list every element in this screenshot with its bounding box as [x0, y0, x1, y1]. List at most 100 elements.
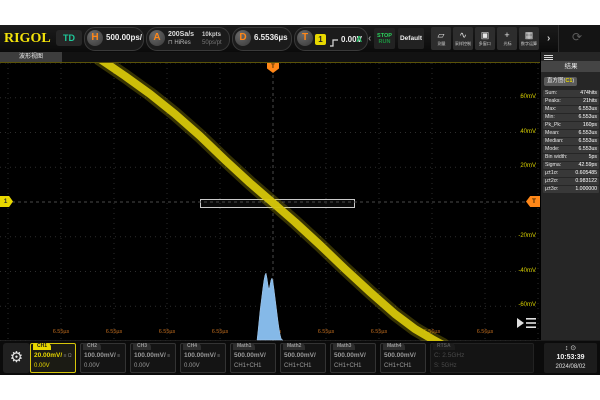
digital-operation-icon: ▦: [525, 30, 534, 41]
channel-offset: CH1+CH1: [234, 363, 262, 369]
histogram-trace: [257, 273, 283, 340]
a-knob-icon[interactable]: A: [149, 30, 165, 46]
tab-waveform-view[interactable]: 波形视图: [0, 52, 62, 62]
stat-label: Sum:: [545, 90, 557, 97]
beeper-icon: ⊙: [570, 345, 576, 352]
channel-coupling-icons: ≡: [216, 353, 220, 359]
memory-depth: 10kpts: [202, 31, 222, 39]
settings-gear-button[interactable]: ⚙: [3, 343, 30, 373]
sample-rate: 200Sa/s: [168, 31, 194, 39]
default-button[interactable]: Default: [398, 28, 424, 49]
stat-row: μ±2σ:0.983122: [543, 178, 599, 185]
channel-name: Math2: [283, 343, 305, 350]
status-clock-box[interactable]: ↕ ⊙ 10:53:39 2024/08/02: [544, 343, 597, 373]
tool-button-measure[interactable]: ▱测量: [431, 27, 451, 50]
stat-label: Mode:: [545, 146, 559, 153]
screenshot-page: RIGOL TD H 500.00ps/ A 200Sa/s ⊓ HiRes 1…: [0, 0, 600, 400]
results-panel: 结果 直方图(C1) Sum:474hitsPeaks:21hitsMax:6.…: [540, 52, 600, 340]
trigger-slope-icon: [329, 35, 339, 53]
tool-button-digital-operation[interactable]: ▦数字运算: [519, 27, 539, 50]
channel-box-math4[interactable]: Math4500.00mV/CH1+CH1: [380, 343, 426, 373]
channel-coupling-icons: ≡: [116, 353, 120, 359]
channel-offset: 0.00V: [184, 363, 200, 369]
tool-button-cursor[interactable]: +光标: [497, 27, 517, 50]
stat-value: 6.553us: [579, 138, 597, 145]
channel-name: RTSA: [433, 343, 455, 350]
channel-bar: ⚙ CH120.00mV/ ≡ Ω0.00VCH2100.00mV/ ≡0.00…: [0, 340, 600, 375]
t-knob-icon[interactable]: T: [297, 30, 313, 46]
stat-label: Bin width:: [545, 154, 568, 161]
gear-icon: ⚙: [10, 349, 23, 366]
stat-label: Peaks:: [545, 98, 561, 105]
acquisition-mode: HiRes: [174, 40, 190, 46]
trigger-sweep-mode: A: [356, 35, 362, 44]
channel-name: Math4: [383, 343, 405, 350]
cursor-icon: +: [504, 30, 509, 41]
tool-button-multi-window[interactable]: ▣多窗口: [475, 27, 495, 50]
channel-box-ch1[interactable]: CH120.00mV/ ≡ Ω0.00V: [30, 343, 76, 373]
stat-label: Max:: [545, 106, 556, 113]
measure-icon: ▱: [438, 30, 445, 41]
stat-label: μ±2σ:: [545, 178, 558, 185]
channel-offset: CH1+CH1: [384, 363, 412, 369]
stat-value: 1.000000: [575, 186, 597, 193]
channel-offset: 0.00V: [134, 363, 150, 369]
stat-value: 0.605485: [575, 170, 597, 177]
channel-coupling-icons: ≡: [166, 353, 170, 359]
status-date: 2024/08/02: [544, 363, 597, 371]
oscilloscope-screen: RIGOL TD H 500.00ps/ A 200Sa/s ⊓ HiRes 1…: [0, 25, 600, 375]
stat-row: μ±1σ:0.605485: [543, 170, 599, 177]
tool-label: 光标: [503, 41, 511, 46]
channel-box-rtsa[interactable]: RTSA C: 2.5GHz S: 5GHz: [430, 343, 534, 373]
stat-label: Median:: [545, 138, 563, 145]
trigger-delay-control[interactable]: D 6.5536µs: [232, 27, 292, 51]
channel-scale: 100.00mV/ ≡: [184, 352, 220, 359]
stat-value: 42.59ps: [579, 162, 597, 169]
d-knob-icon[interactable]: D: [235, 30, 251, 46]
run-stop-button[interactable]: STOP RUN: [374, 28, 395, 49]
tool-label: 数字运算: [521, 41, 537, 46]
histogram-source-chip[interactable]: 直方图(C1): [544, 77, 577, 86]
channel-offset: 0.00V: [34, 363, 50, 369]
sample-interval: 50ps/pt: [202, 39, 222, 47]
channel-box-ch4[interactable]: CH4100.00mV/ ≡0.00V: [180, 343, 226, 373]
tool-label: 多窗口: [479, 41, 491, 46]
tool-label: 采样控制: [455, 41, 471, 46]
stat-value: 6.553us: [579, 130, 597, 137]
results-header: 结果: [541, 61, 600, 72]
channel-scale: 500.00mV/: [284, 352, 316, 359]
stat-value: 160ps: [583, 122, 597, 129]
stat-value: 6.553us: [579, 146, 597, 153]
stat-value: 6.553us: [579, 106, 597, 113]
channel-name: Math1: [233, 343, 255, 350]
hamburger-icon[interactable]: [544, 54, 553, 61]
channel-box-ch2[interactable]: CH2100.00mV/ ≡0.00V: [80, 343, 126, 373]
acquire-control-icon: ∿: [459, 30, 467, 41]
channel-box-ch3[interactable]: CH3100.00mV/ ≡0.00V: [130, 343, 176, 373]
channel-box-math1[interactable]: Math1500.00mV/CH1+CH1: [230, 343, 276, 373]
menu-expand-icon[interactable]: [515, 315, 539, 336]
channel-scale: C: 2.5GHz: [434, 352, 464, 359]
channel-name: Math3: [333, 343, 355, 350]
channel-offset: S: 5GHz: [434, 363, 457, 369]
stat-value: 474hits: [580, 90, 597, 97]
acquisition-control[interactable]: A 200Sa/s ⊓ HiRes 10kpts 50ps/pt: [146, 27, 230, 51]
chevron-left-icon[interactable]: ‹: [368, 33, 371, 44]
trigger-control[interactable]: T 1 0.00V A: [294, 27, 368, 51]
channel-box-math3[interactable]: Math3500.00mV/CH1+CH1: [330, 343, 376, 373]
stat-label: Min:: [545, 114, 555, 121]
trigger-mode-indicator[interactable]: TD: [56, 30, 82, 46]
chip-prefix: 直方图(: [547, 78, 565, 84]
channel-offset: CH1+CH1: [284, 363, 312, 369]
horizontal-scale-control[interactable]: H 500.00ps/: [84, 27, 144, 51]
waveform-display[interactable]: 6.55µs6.55µs6.55µs6.55µs6.55µs6.55µs6.55…: [0, 62, 540, 341]
refresh-icon[interactable]: ⟳: [572, 30, 582, 44]
channel-scale: 100.00mV/ ≡: [134, 352, 170, 359]
channel-box-math2[interactable]: Math2 500.00mV/CH1+CH1: [280, 343, 326, 373]
channel-name: CH1: [33, 343, 51, 350]
tool-button-acquire-control[interactable]: ∿采样控制: [453, 27, 473, 50]
lan-icon: ↕: [565, 345, 569, 352]
rigol-logo: RIGOL: [4, 31, 51, 47]
chevron-right-icon[interactable]: ›: [547, 33, 550, 44]
h-knob-icon[interactable]: H: [87, 30, 103, 46]
